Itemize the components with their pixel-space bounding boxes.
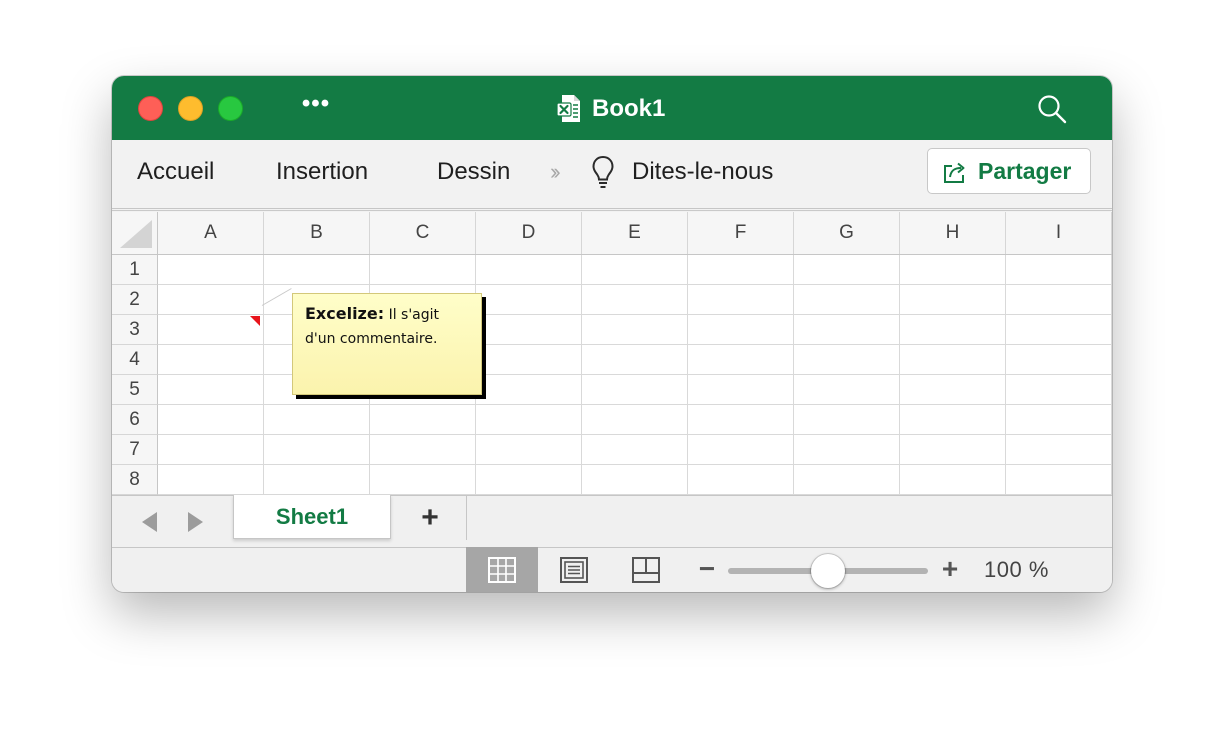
zoom-slider-thumb[interactable] xyxy=(811,554,845,588)
search-icon[interactable] xyxy=(1036,93,1068,125)
row-header-3[interactable]: 3 xyxy=(112,315,158,345)
column-header-i[interactable]: I xyxy=(1006,212,1112,254)
add-sheet-button[interactable]: + xyxy=(416,502,444,534)
column-header-f[interactable]: F xyxy=(688,212,794,254)
chevron-right-icon[interactable] xyxy=(188,512,203,532)
lightbulb-icon xyxy=(592,155,614,188)
chevron-left-icon[interactable] xyxy=(142,512,157,532)
ribbon: Accueil Insertion Dessin ›› Dites-le-nou… xyxy=(112,140,1112,209)
row-header-8[interactable]: 8 xyxy=(112,465,158,495)
page-layout-icon xyxy=(560,557,588,583)
zoom-level: 100 % xyxy=(984,557,1049,582)
page-break-view-button[interactable] xyxy=(610,547,682,592)
document-title: Book1 xyxy=(592,95,666,122)
row-header-1[interactable]: 1 xyxy=(112,255,158,285)
row-header-7[interactable]: 7 xyxy=(112,435,158,465)
status-bar: − + 100 % xyxy=(112,547,1112,592)
zoom-out-button[interactable]: − xyxy=(697,554,717,584)
share-label: Partager xyxy=(978,158,1072,184)
normal-view-button[interactable] xyxy=(466,547,538,592)
normal-view-icon xyxy=(488,557,516,583)
comment-author: Excelize: xyxy=(305,304,385,323)
share-button[interactable]: Partager xyxy=(927,148,1091,194)
tab-divider xyxy=(466,496,467,540)
zoom-in-button[interactable]: + xyxy=(938,554,962,584)
chevron-double-right-icon[interactable]: ›› xyxy=(550,156,560,188)
column-header-b[interactable]: B xyxy=(264,212,370,254)
column-header-c[interactable]: C xyxy=(370,212,476,254)
sheet-tab-bar: Sheet1 + xyxy=(112,495,1112,548)
more-icon[interactable]: ••• xyxy=(298,92,334,122)
close-icon[interactable] xyxy=(138,96,163,121)
spreadsheet-grid: A B C D E F G H I 1 2 3 4 5 6 7 8 xyxy=(112,212,1112,495)
tab-dessin[interactable]: Dessin xyxy=(437,156,510,188)
row-header-6[interactable]: 6 xyxy=(112,405,158,435)
excel-window: ••• Book1 Accueil Insertion Dessin ›› Di… xyxy=(112,76,1112,592)
tab-insertion[interactable]: Insertion xyxy=(276,156,368,188)
comment-indicator[interactable] xyxy=(250,316,260,326)
column-header-a[interactable]: A xyxy=(158,212,264,254)
column-header-e[interactable]: E xyxy=(582,212,688,254)
share-icon xyxy=(944,162,965,183)
column-header-h[interactable]: H xyxy=(900,212,1006,254)
title-bar: ••• Book1 xyxy=(112,76,1112,140)
row-header-5[interactable]: 5 xyxy=(112,375,158,405)
tell-me-search[interactable]: Dites-le-nous xyxy=(632,156,773,188)
page-break-icon xyxy=(632,557,660,583)
cell-comment[interactable]: Excelize: Il s'agit d'un commentaire. xyxy=(292,293,482,395)
row-header-4[interactable]: 4 xyxy=(112,345,158,375)
column-header-d[interactable]: D xyxy=(476,212,582,254)
sheet-tab-sheet1[interactable]: Sheet1 xyxy=(233,495,391,539)
select-all-corner[interactable] xyxy=(112,212,158,254)
maximize-icon[interactable] xyxy=(218,96,243,121)
page-layout-view-button[interactable] xyxy=(538,547,610,592)
excel-document-icon xyxy=(556,95,580,122)
column-header-g[interactable]: G xyxy=(794,212,900,254)
column-headers: A B C D E F G H I xyxy=(112,212,1112,255)
ribbon-divider xyxy=(112,210,1112,211)
select-all-triangle xyxy=(120,220,152,248)
row-header-2[interactable]: 2 xyxy=(112,285,158,315)
tab-accueil[interactable]: Accueil xyxy=(137,156,214,188)
minimize-icon[interactable] xyxy=(178,96,203,121)
